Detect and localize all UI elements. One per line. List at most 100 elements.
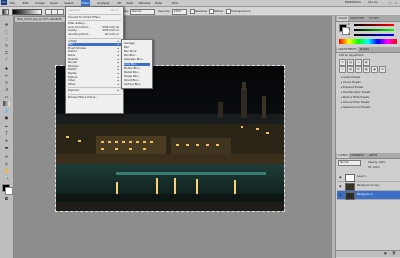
layer-row[interactable]: ◉ Layer 1 — [337, 173, 400, 182]
type-tool-icon[interactable]: T — [3, 131, 10, 136]
filter-menu-item-browse-filters-online[interactable]: Browse Filters Online... — [68, 96, 121, 99]
layer-row[interactable]: ◉ Background — [337, 191, 400, 200]
menu-file[interactable]: File — [10, 1, 15, 5]
color-balance-icon[interactable]: ⚖ — [355, 66, 362, 73]
gradient-picker[interactable] — [12, 9, 42, 15]
blur-menu-item-surface-blur[interactable]: Surface Blur... — [124, 83, 150, 86]
tab-layers[interactable]: LAYERS — [337, 153, 349, 158]
filter-menu-item-distort[interactable]: Distort ▸ — [68, 50, 121, 53]
blur-menu-item-box-blur[interactable]: Box Blur... — [124, 54, 150, 57]
workspace-button[interactable]: ESSENTIALS — [345, 1, 361, 4]
quick-mask-icon[interactable]: ◘ — [3, 196, 10, 201]
layer-blend-mode-select[interactable]: Normal — [338, 160, 361, 166]
eyedropper-tool-icon[interactable]: ⁄ — [3, 57, 10, 62]
quick-select-tool-icon[interactable]: ✎ — [3, 43, 10, 48]
path-select-tool-icon[interactable]: ➤ — [3, 138, 10, 143]
tab-channels[interactable]: CHANNELS — [350, 154, 364, 157]
adjustment-preset-item[interactable]: ▸ Selective Color Presets — [341, 106, 397, 110]
tab-swatches[interactable]: SWATCHES — [350, 17, 364, 20]
adjustment-preset-item[interactable]: ▸ Black & White Presets — [341, 96, 397, 100]
color-spectrum-bar[interactable] — [339, 39, 397, 44]
filter-menu-item-blur[interactable]: Blur ▸ — [68, 43, 121, 47]
trash-icon[interactable]: 🗑 — [392, 251, 396, 255]
adjustment-preset-item[interactable]: ▸ Curves Presets — [341, 81, 397, 85]
background-color-swatch[interactable] — [5, 187, 13, 195]
adjustment-preset-item[interactable]: ▸ Levels Presets — [341, 76, 397, 80]
channel-mixer-icon[interactable]: ⊕ — [379, 66, 386, 73]
healing-brush-tool-icon[interactable]: ✚ — [3, 66, 10, 71]
lasso-tool-icon[interactable]: ◌ — [3, 36, 10, 41]
photo-filter-icon[interactable]: ◉ — [371, 66, 378, 73]
zoom-tool-icon[interactable]: 🔍 — [3, 175, 10, 180]
filter-menu-item-other[interactable]: Other ▸ — [68, 83, 121, 86]
blue-slider[interactable] — [354, 34, 394, 36]
history-brush-tool-icon[interactable]: ↺ — [3, 87, 10, 92]
visibility-eye-icon[interactable]: ◉ — [339, 193, 343, 197]
close-icon[interactable]: × — [393, 1, 399, 5]
filter-menu-item-noise[interactable]: Noise ▸ — [68, 54, 121, 57]
layer-opacity-field[interactable]: Opacity: 100% — [368, 161, 385, 164]
blur-menu-item-motion-blur[interactable]: Motion Blur... — [124, 67, 150, 70]
filter-menu-item-vanishing-point[interactable]: Vanishing Point... Alt+Ctrl+V — [68, 33, 121, 36]
brightness-contrast-icon[interactable]: ☀ — [339, 59, 346, 66]
exposure-icon[interactable]: ◐ — [363, 59, 370, 66]
visibility-eye-icon[interactable]: ◉ — [339, 175, 343, 179]
blur-tool-icon[interactable]: 💧 — [3, 108, 10, 113]
move-tool-icon[interactable]: ✥ — [3, 22, 10, 27]
blur-menu-item-blur-more[interactable]: Blur More — [124, 50, 150, 53]
adjustment-preset-item[interactable]: ▸ Hue/Saturation Presets — [341, 91, 397, 95]
blur-menu-item-radial-blur[interactable]: Radial Blur... — [124, 71, 150, 74]
filter-menu-item-stylize[interactable]: Stylize ▸ — [68, 72, 121, 75]
marquee-tool-icon[interactable]: ⬚ — [3, 29, 10, 34]
clone-stamp-tool-icon[interactable]: ⚲ — [3, 80, 10, 85]
brush-tool-icon[interactable]: ✏ — [3, 73, 10, 78]
tab-color[interactable]: COLOR — [337, 16, 349, 21]
gradient-tool-icon[interactable] — [2, 9, 9, 15]
crop-tool-icon[interactable]: ⌗ — [3, 50, 10, 55]
vibrance-icon[interactable]: ▽ — [339, 66, 346, 73]
gradient-tool-button-icon[interactable] — [3, 101, 10, 106]
tab-styles[interactable]: STYLES — [369, 17, 379, 20]
menu-3d[interactable]: 3D — [117, 1, 121, 5]
menu-image[interactable]: Image — [35, 1, 44, 5]
mode-select[interactable]: Normal — [130, 9, 155, 15]
adjustment-preset-item[interactable]: ▸ Channel Mixer Presets — [341, 101, 397, 105]
tab-paths[interactable]: PATHS — [369, 154, 377, 157]
3d-orbit-tool-icon[interactable]: ◎ — [3, 161, 10, 166]
green-slider[interactable] — [354, 29, 394, 31]
eraser-tool-icon[interactable]: ▭ — [3, 94, 10, 99]
visibility-eye-icon[interactable]: ◉ — [339, 184, 343, 188]
3d-rotate-tool-icon[interactable]: ⟳ — [3, 154, 10, 159]
menu-help[interactable]: Help — [155, 1, 162, 5]
blur-menu-item-shape-blur[interactable]: Shape Blur... — [124, 75, 150, 78]
filter-menu-item-sketch[interactable]: Sketch ▸ — [68, 68, 121, 71]
tab-adjustments[interactable]: ADJUSTMENTS — [337, 47, 358, 52]
new-layer-icon[interactable]: ▣ — [384, 251, 387, 255]
curves-icon[interactable]: ∿ — [355, 59, 362, 66]
tab-masks[interactable]: MASKS — [360, 48, 369, 51]
menu-window[interactable]: Window — [139, 1, 151, 5]
opacity-field[interactable]: 100% — [172, 9, 187, 15]
red-slider[interactable] — [354, 24, 394, 26]
hue-saturation-icon[interactable]: ▤ — [347, 66, 354, 73]
filter-menu-item-artistic[interactable]: Artistic ▸ — [68, 40, 121, 43]
pen-tool-icon[interactable]: ✒ — [3, 124, 10, 129]
dodge-tool-icon[interactable]: ● — [3, 115, 10, 120]
filter-menu-item-filter-gallery[interactable]: Filter Gallery... — [68, 22, 121, 25]
gradient-angle-button[interactable] — [57, 9, 64, 15]
black-white-icon[interactable]: ◧ — [363, 66, 370, 73]
adjustment-preset-item[interactable]: ▸ Exposure Presets — [341, 86, 397, 90]
filter-menu-item-texture[interactable]: Texture ▸ — [68, 76, 121, 79]
hand-tool-icon[interactable]: ✋ — [3, 168, 10, 173]
menu-view[interactable]: View — [126, 1, 133, 5]
menu-layer[interactable]: Layer — [50, 1, 58, 5]
filter-menu-item-digimarc[interactable]: Digimarc ▸ — [68, 89, 121, 92]
filter-menu-item-convert-for-smart-filters[interactable]: Convert for Smart Filters — [68, 16, 121, 19]
shape-tool-icon[interactable]: ▬ — [3, 145, 10, 150]
layer-row[interactable]: ◉ Background copy — [337, 182, 400, 191]
menu-edit[interactable]: Edit — [23, 1, 29, 5]
blur-menu-item-smart-blur[interactable]: Smart Blur... — [124, 79, 150, 82]
menu-analysis[interactable]: Analysis — [97, 1, 109, 5]
filter-menu-item-liquify[interactable]: Liquify... Shift+Ctrl+X — [68, 29, 121, 32]
layer-fill-field[interactable]: Fill: 100% — [368, 166, 380, 169]
